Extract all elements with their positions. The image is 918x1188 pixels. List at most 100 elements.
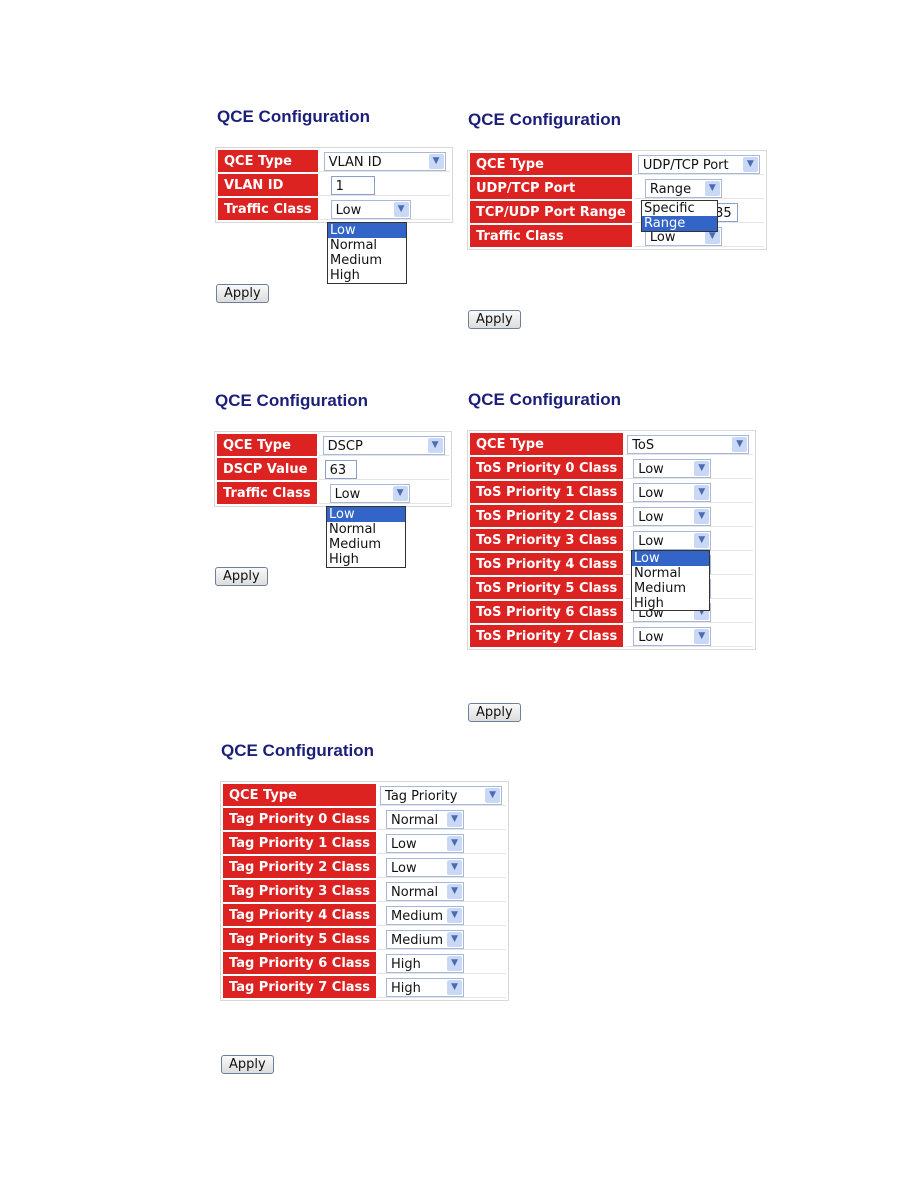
chevron-down-icon: ▼ xyxy=(447,955,463,971)
chevron-down-icon: ▼ xyxy=(393,201,409,217)
table-row: ToS Priority 5 ClassLow▼ xyxy=(470,577,754,599)
table-row: ToS Priority 4 ClassLow▼ xyxy=(470,553,754,575)
table-row: Tag Priority 7 Class High ▼ xyxy=(223,976,507,998)
table-row: Tag Priority 4 Class Medium ▼ xyxy=(223,904,507,926)
tag-priority-7-select[interactable]: High ▼ xyxy=(386,977,465,997)
row-label: ToS Priority 4 Class xyxy=(470,553,624,575)
option-high[interactable]: High xyxy=(327,552,405,567)
table-row: ToS Priority 1 Class Low ▼ xyxy=(470,481,754,503)
qce-type-select[interactable]: Tag Priority ▼ xyxy=(380,785,503,805)
row-label: TCP/UDP Port Range xyxy=(470,201,632,223)
qce-type-select[interactable]: ToS ▼ xyxy=(627,434,750,454)
apply-button[interactable]: Apply xyxy=(221,1055,274,1074)
table-row: DSCP Value 63 xyxy=(217,458,449,480)
table-row: ToS Priority 7 Class Low ▼ xyxy=(470,625,754,647)
tos-class-dropdown-list[interactable]: Low Normal Medium High xyxy=(631,550,710,611)
chevron-down-icon: ▼ xyxy=(447,883,463,899)
chevron-down-icon: ▼ xyxy=(447,835,463,851)
chevron-down-icon: ▼ xyxy=(447,859,463,875)
chevron-down-icon: ▼ xyxy=(392,485,408,501)
option-medium[interactable]: Medium xyxy=(328,253,406,268)
traffic-class-select[interactable]: Low ▼ xyxy=(329,483,410,503)
chevron-down-icon: ▼ xyxy=(704,180,720,196)
dscp-value-input[interactable]: 63 xyxy=(324,459,357,479)
option-normal[interactable]: Normal xyxy=(327,522,405,537)
option-range[interactable]: Range xyxy=(642,216,717,231)
tos-priority-0-select[interactable]: Low ▼ xyxy=(633,458,712,478)
row-label: Tag Priority 3 Class xyxy=(223,880,377,902)
tag-priority-5-select[interactable]: Medium ▼ xyxy=(386,929,465,949)
row-label: ToS Priority 3 Class xyxy=(470,529,624,551)
chevron-down-icon: ▼ xyxy=(694,508,710,524)
option-high[interactable]: High xyxy=(328,268,406,283)
option-normal[interactable]: Normal xyxy=(632,566,709,581)
panel-vlan-table: QCE Type VLAN ID ▼ VLAN ID 1 Traffic Clas… xyxy=(215,147,453,223)
option-low[interactable]: Low xyxy=(327,507,405,522)
tos-priority-3-select[interactable]: Low ▼ xyxy=(633,530,712,550)
table-row: Tag Priority 3 Class Normal ▼ xyxy=(223,880,507,902)
table-row: Tag Priority 6 Class High ▼ xyxy=(223,952,507,974)
row-label: ToS Priority 2 Class xyxy=(470,505,624,527)
tag-priority-4-select[interactable]: Medium ▼ xyxy=(386,905,465,925)
tos-priority-1-select[interactable]: Low ▼ xyxy=(633,482,712,502)
tag-priority-3-select[interactable]: Normal ▼ xyxy=(386,881,465,901)
traffic-class-dropdown-list[interactable]: Low Normal Medium High xyxy=(326,506,406,568)
chevron-down-icon: ▼ xyxy=(447,979,463,995)
chevron-down-icon: ▼ xyxy=(694,460,710,476)
table-row: Tag Priority 5 Class Medium ▼ xyxy=(223,928,507,950)
qce-type-select[interactable]: UDP/TCP Port ▼ xyxy=(637,154,760,174)
qce-type-select[interactable]: VLAN ID ▼ xyxy=(323,151,446,171)
tag-priority-6-select[interactable]: High ▼ xyxy=(386,953,465,973)
option-high[interactable]: High xyxy=(632,596,709,611)
port-mode-dropdown-list[interactable]: Specific Range xyxy=(641,200,718,232)
chevron-down-icon: ▼ xyxy=(485,787,501,803)
qce-type-select[interactable]: DSCP ▼ xyxy=(322,435,445,455)
row-label: QCE Type xyxy=(470,433,624,455)
option-low[interactable]: Low xyxy=(632,551,709,566)
chevron-down-icon: ▼ xyxy=(447,931,463,947)
row-label: ToS Priority 1 Class xyxy=(470,481,624,503)
option-medium[interactable]: Medium xyxy=(327,537,405,552)
row-label: Tag Priority 4 Class xyxy=(223,904,377,926)
table-row: ToS Priority 3 Class Low ▼ xyxy=(470,529,754,551)
panel-tag-title: QCE Configuration xyxy=(221,741,374,760)
tos-priority-7-select[interactable]: Low ▼ xyxy=(633,626,712,646)
port-mode-select[interactable]: Range ▼ xyxy=(644,178,722,198)
table-row: Traffic Class Low ▼ xyxy=(217,482,449,504)
apply-button[interactable]: Apply xyxy=(468,310,521,329)
apply-button[interactable]: Apply xyxy=(216,284,269,303)
panel-dscp-title: QCE Configuration xyxy=(215,391,368,410)
option-low[interactable]: Low xyxy=(328,223,406,238)
panel-vlan-title: QCE Configuration xyxy=(217,107,370,126)
row-label: Traffic Class xyxy=(218,198,318,220)
tag-priority-1-select[interactable]: Low ▼ xyxy=(386,833,465,853)
table-row: ToS Priority 6 Class Low ▼ xyxy=(470,601,754,623)
table-row: VLAN ID 1 xyxy=(218,174,450,196)
row-label: QCE Type xyxy=(218,150,318,172)
traffic-class-dropdown-list[interactable]: Low Normal Medium High xyxy=(327,222,407,284)
table-row: QCE Type UDP/TCP Port ▼ xyxy=(470,153,764,175)
option-normal[interactable]: Normal xyxy=(328,238,406,253)
tag-priority-0-select[interactable]: Normal ▼ xyxy=(386,809,465,829)
chevron-down-icon: ▼ xyxy=(447,907,463,923)
table-row: Tag Priority 1 Class Low ▼ xyxy=(223,832,507,854)
row-label: ToS Priority 5 Class xyxy=(470,577,624,599)
table-row: QCE Type ToS ▼ xyxy=(470,433,754,455)
traffic-class-select[interactable]: Low ▼ xyxy=(330,199,411,219)
chevron-down-icon: ▼ xyxy=(694,532,710,548)
panel-udptcp-title: QCE Configuration xyxy=(468,110,621,129)
apply-button[interactable]: Apply xyxy=(215,567,268,586)
row-label: QCE Type xyxy=(223,784,377,806)
table-row: Traffic Class Low ▼ xyxy=(218,198,450,220)
chevron-down-icon: ▼ xyxy=(694,628,710,644)
chevron-down-icon: ▼ xyxy=(732,436,748,452)
tos-priority-2-select[interactable]: Low ▼ xyxy=(633,506,712,526)
row-label: Tag Priority 5 Class xyxy=(223,928,377,950)
option-medium[interactable]: Medium xyxy=(632,581,709,596)
table-row: UDP/TCP Port Range ▼ xyxy=(470,177,764,199)
apply-button[interactable]: Apply xyxy=(468,703,521,722)
vlan-id-input[interactable]: 1 xyxy=(330,175,375,195)
row-label: Tag Priority 1 Class xyxy=(223,832,377,854)
tag-priority-2-select[interactable]: Low ▼ xyxy=(386,857,465,877)
option-specific[interactable]: Specific xyxy=(642,201,717,216)
